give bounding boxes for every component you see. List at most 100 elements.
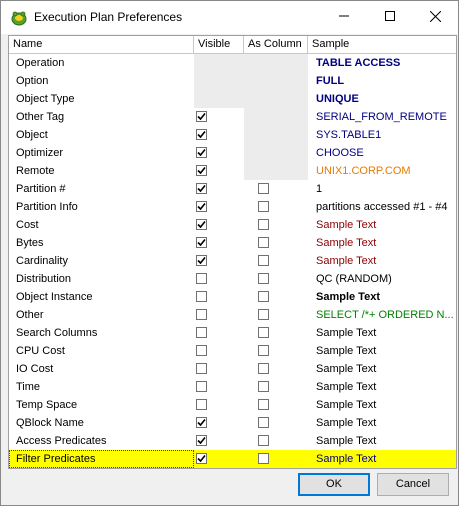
visible-checkbox[interactable] bbox=[196, 291, 207, 302]
visible-cell-disabled bbox=[194, 54, 244, 72]
as-column-checkbox[interactable] bbox=[258, 219, 269, 230]
row-sample: Sample Text bbox=[316, 363, 377, 375]
as-column-checkbox[interactable] bbox=[258, 399, 269, 410]
as-column-checkbox[interactable] bbox=[258, 183, 269, 194]
visible-checkbox[interactable] bbox=[196, 417, 207, 428]
minimize-button[interactable] bbox=[321, 1, 367, 34]
as-column-cell bbox=[244, 198, 308, 216]
visible-checkbox[interactable] bbox=[196, 183, 207, 194]
column-header-sample[interactable]: Sample bbox=[308, 36, 456, 53]
visible-checkbox[interactable] bbox=[196, 435, 207, 446]
row-name: Bytes bbox=[16, 237, 44, 249]
row-name: Distribution bbox=[16, 273, 72, 285]
as-column-cell bbox=[244, 216, 308, 234]
table-row[interactable]: Distribution QC (RANDOM) bbox=[9, 270, 456, 288]
table-row[interactable]: Option FULL bbox=[9, 72, 456, 90]
table-row[interactable]: Temp Space Sample Text bbox=[9, 396, 456, 414]
row-sample: CHOOSE bbox=[316, 147, 364, 159]
visible-cell bbox=[194, 414, 244, 432]
visible-checkbox[interactable] bbox=[196, 219, 207, 230]
ok-button[interactable]: OK bbox=[298, 473, 370, 496]
table-row[interactable]: Cardinality Sample Text bbox=[9, 252, 456, 270]
visible-checkbox[interactable] bbox=[196, 201, 207, 212]
visible-checkbox[interactable] bbox=[196, 327, 207, 338]
as-column-checkbox[interactable] bbox=[258, 255, 269, 266]
visible-checkbox[interactable] bbox=[196, 345, 207, 356]
visible-checkbox[interactable] bbox=[196, 129, 207, 140]
visible-cell-disabled bbox=[194, 72, 244, 90]
title-bar[interactable]: Execution Plan Preferences bbox=[1, 1, 458, 34]
table-row[interactable]: Optimizer CHOOSE bbox=[9, 144, 456, 162]
row-name: QBlock Name bbox=[16, 417, 84, 429]
table-row[interactable]: Operation TABLE ACCESS bbox=[9, 54, 456, 72]
visible-checkbox[interactable] bbox=[196, 273, 207, 284]
table-row[interactable]: Cost Sample Text bbox=[9, 216, 456, 234]
row-sample: TABLE ACCESS bbox=[316, 57, 401, 69]
as-column-checkbox[interactable] bbox=[258, 363, 269, 374]
as-column-cell bbox=[244, 432, 308, 450]
row-name: Object Type bbox=[16, 93, 75, 105]
visible-cell bbox=[194, 360, 244, 378]
row-sample: UNIQUE bbox=[316, 93, 359, 105]
visible-checkbox[interactable] bbox=[196, 165, 207, 176]
column-header-name[interactable]: Name bbox=[9, 36, 194, 53]
as-column-checkbox[interactable] bbox=[258, 345, 269, 356]
as-column-checkbox[interactable] bbox=[258, 273, 269, 284]
table-row[interactable]: IO Cost Sample Text bbox=[9, 360, 456, 378]
table-row[interactable]: Time Sample Text bbox=[9, 378, 456, 396]
as-column-checkbox[interactable] bbox=[258, 237, 269, 248]
visible-checkbox[interactable] bbox=[196, 111, 207, 122]
table-row[interactable]: QBlock Name Sample Text bbox=[9, 414, 456, 432]
visible-checkbox[interactable] bbox=[196, 255, 207, 266]
as-column-cell-disabled bbox=[244, 72, 308, 90]
as-column-checkbox[interactable] bbox=[258, 381, 269, 392]
visible-checkbox[interactable] bbox=[196, 309, 207, 320]
visible-checkbox[interactable] bbox=[196, 147, 207, 158]
visible-checkbox[interactable] bbox=[196, 453, 207, 464]
table-row[interactable]: Object Instance Sample Text bbox=[9, 288, 456, 306]
table-row[interactable]: Search Columns Sample Text bbox=[9, 324, 456, 342]
table-row[interactable]: Other Tag SERIAL_FROM_REMOTE bbox=[9, 108, 456, 126]
maximize-button[interactable] bbox=[367, 1, 413, 34]
visible-cell bbox=[194, 396, 244, 414]
table-row[interactable]: Other SELECT /*+ ORDERED N... bbox=[9, 306, 456, 324]
table-row[interactable]: CPU Cost Sample Text bbox=[9, 342, 456, 360]
column-header-as-column[interactable]: As Column bbox=[244, 36, 308, 53]
table-row[interactable]: Bytes Sample Text bbox=[9, 234, 456, 252]
cancel-button[interactable]: Cancel bbox=[377, 473, 449, 496]
app-icon bbox=[11, 10, 27, 26]
row-sample: UNIX1.CORP.COM bbox=[316, 165, 411, 177]
table-row[interactable]: Object SYS.TABLE1 bbox=[9, 126, 456, 144]
visible-checkbox[interactable] bbox=[196, 363, 207, 374]
as-column-checkbox[interactable] bbox=[258, 435, 269, 446]
table-row[interactable]: Partition Info partitions accessed #1 - #… bbox=[9, 198, 456, 216]
as-column-cell bbox=[244, 450, 308, 468]
table-row[interactable]: Remote UNIX1.CORP.COM bbox=[9, 162, 456, 180]
visible-checkbox[interactable] bbox=[196, 381, 207, 392]
table-row[interactable]: Partition # 1 bbox=[9, 180, 456, 198]
row-name: Partition Info bbox=[16, 201, 78, 213]
as-column-checkbox[interactable] bbox=[258, 327, 269, 338]
row-sample: Sample Text bbox=[316, 435, 377, 447]
table-row[interactable]: Object Type UNIQUE bbox=[9, 90, 456, 108]
table-row[interactable]: Access Predicates Sample Text bbox=[9, 432, 456, 450]
row-sample: Sample Text bbox=[316, 417, 377, 429]
as-column-checkbox[interactable] bbox=[258, 309, 269, 320]
as-column-cell bbox=[244, 378, 308, 396]
as-column-checkbox[interactable] bbox=[258, 201, 269, 212]
visible-checkbox[interactable] bbox=[196, 237, 207, 248]
close-button[interactable] bbox=[412, 1, 458, 34]
as-column-checkbox[interactable] bbox=[258, 453, 269, 464]
as-column-checkbox[interactable] bbox=[258, 291, 269, 302]
visible-checkbox[interactable] bbox=[196, 399, 207, 410]
close-icon bbox=[429, 10, 441, 25]
row-name: Other bbox=[16, 309, 44, 321]
row-name: Filter Predicates bbox=[9, 450, 194, 468]
visible-cell bbox=[194, 324, 244, 342]
as-column-cell-disabled bbox=[244, 108, 308, 126]
table-row[interactable]: Filter Predicates Sample Text bbox=[9, 450, 456, 468]
row-sample: Sample Text bbox=[316, 327, 377, 339]
as-column-checkbox[interactable] bbox=[258, 417, 269, 428]
row-name: Other Tag bbox=[16, 111, 65, 123]
column-header-visible[interactable]: Visible bbox=[194, 36, 244, 53]
